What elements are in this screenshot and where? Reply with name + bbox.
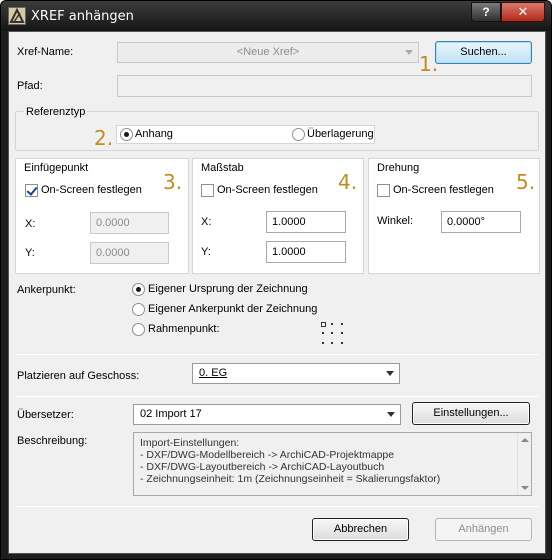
path-label: Pfad: bbox=[17, 80, 43, 92]
description-line: - DXF/DWG-Modellbereich -> ArchiCAD-Proj… bbox=[140, 449, 395, 461]
insertion-point-title: Einfügepunkt bbox=[24, 162, 89, 174]
marker-4: 4. bbox=[338, 170, 358, 194]
scale-onscreen-label[interactable]: On-Screen festlegen bbox=[217, 184, 318, 196]
separator bbox=[15, 506, 539, 507]
attach-button[interactable]: Anhängen bbox=[435, 518, 532, 541]
archicad-app-icon bbox=[8, 7, 26, 25]
description-line: - Zeichnungseinheit: 1m (Zeichnungseinhe… bbox=[140, 473, 441, 485]
frame-point-grid-icon[interactable] bbox=[321, 322, 345, 346]
scale-y-label: Y: bbox=[201, 246, 211, 258]
scroll-up-icon[interactable] bbox=[521, 438, 529, 442]
search-button[interactable]: Suchen... bbox=[435, 41, 532, 64]
path-field bbox=[117, 75, 532, 97]
xref-name-label: Xref-Name: bbox=[17, 46, 74, 58]
help-button[interactable]: ? bbox=[471, 2, 501, 22]
description-line: - DXF/DWG-Layoutbereich -> ArchiCAD-Layo… bbox=[140, 461, 385, 473]
marker-2: 2. bbox=[94, 126, 114, 150]
anchor-frame-radio[interactable] bbox=[132, 323, 145, 336]
description-scrollbar[interactable] bbox=[517, 433, 531, 495]
anchor-label: Ankerpunkt: bbox=[17, 284, 76, 296]
anchor-point-radio[interactable] bbox=[132, 303, 145, 316]
description-line: Import-Einstellungen: bbox=[140, 437, 240, 449]
anchor-frame-label[interactable]: Rahmenpunkt: bbox=[148, 323, 220, 335]
scale-onscreen-checkbox[interactable] bbox=[201, 184, 214, 197]
window-title: XREF anhängen bbox=[31, 9, 134, 24]
attach-radio[interactable] bbox=[120, 128, 133, 141]
reference-type-title: Referenztyp bbox=[24, 106, 88, 118]
anchor-origin-radio[interactable] bbox=[132, 283, 145, 296]
insertion-y-label: Y: bbox=[25, 247, 35, 259]
scale-x-field[interactable]: 1.0000 bbox=[266, 211, 346, 233]
anchor-origin-label[interactable]: Eigener Ursprung der Zeichnung bbox=[148, 283, 308, 295]
attach-label[interactable]: Anhang bbox=[135, 128, 173, 140]
chevron-down-icon bbox=[387, 412, 395, 417]
xref-name-value: <Neue Xref> bbox=[236, 46, 300, 58]
separator bbox=[15, 354, 539, 355]
scale-y-field[interactable]: 1.0000 bbox=[266, 241, 346, 263]
marker-3: 3. bbox=[163, 170, 183, 194]
translator-label: Übersetzer: bbox=[17, 409, 74, 421]
chevron-down-icon bbox=[405, 50, 413, 55]
settings-button[interactable]: Einstellungen... bbox=[412, 402, 530, 425]
translator-value: 02 Import 17 bbox=[140, 408, 202, 420]
anchor-point-label[interactable]: Eigener Ankerpunkt der Zeichnung bbox=[148, 303, 317, 315]
description-textarea[interactable]: Import-Einstellungen: - DXF/DWG-Modellbe… bbox=[133, 432, 532, 496]
dialog-body: Xref-Name: <Neue Xref> Suchen... 1. Pfad… bbox=[8, 31, 546, 554]
xref-name-combo: <Neue Xref> bbox=[117, 42, 419, 63]
insertion-x-field: 0.0000 bbox=[90, 212, 169, 234]
description-label: Beschreibung: bbox=[17, 435, 88, 447]
insertion-y-field: 0.0000 bbox=[90, 242, 169, 264]
xref-dialog-window: XREF anhängen ? ✕ Xref-Name: <Neue Xref>… bbox=[0, 0, 552, 560]
marker-1: 1. bbox=[419, 52, 439, 76]
rotation-angle-label: Winkel: bbox=[377, 215, 414, 227]
scroll-down-icon[interactable] bbox=[521, 486, 529, 490]
scale-title: Maßstab bbox=[201, 162, 244, 174]
rotation-title: Drehung bbox=[377, 162, 420, 174]
insertion-x-label: X: bbox=[25, 218, 36, 230]
close-button[interactable]: ✕ bbox=[501, 2, 545, 22]
overlay-radio[interactable] bbox=[292, 128, 305, 141]
story-label: Platzieren auf Geschoss: bbox=[17, 370, 140, 382]
translator-select[interactable]: 02 Import 17 bbox=[133, 404, 401, 425]
rotation-angle-field[interactable]: 0.0000° bbox=[441, 211, 521, 233]
cancel-button[interactable]: Abbrechen bbox=[312, 518, 409, 541]
story-select[interactable]: 0. EG bbox=[192, 363, 400, 384]
insertion-onscreen-label[interactable]: On-Screen festlegen bbox=[41, 184, 142, 196]
chevron-down-icon bbox=[386, 371, 394, 376]
marker-5: 5. bbox=[516, 170, 536, 194]
scale-x-label: X: bbox=[201, 216, 212, 228]
story-value: 0. EG bbox=[199, 367, 228, 379]
rotation-onscreen-label[interactable]: On-Screen festlegen bbox=[393, 184, 494, 196]
rotation-onscreen-checkbox[interactable] bbox=[377, 184, 390, 197]
separator bbox=[15, 396, 539, 397]
overlay-label[interactable]: Überlagerung bbox=[307, 128, 374, 140]
title-bar[interactable]: XREF anhängen ? ✕ bbox=[1, 1, 551, 31]
insertion-onscreen-checkbox[interactable] bbox=[25, 184, 38, 197]
